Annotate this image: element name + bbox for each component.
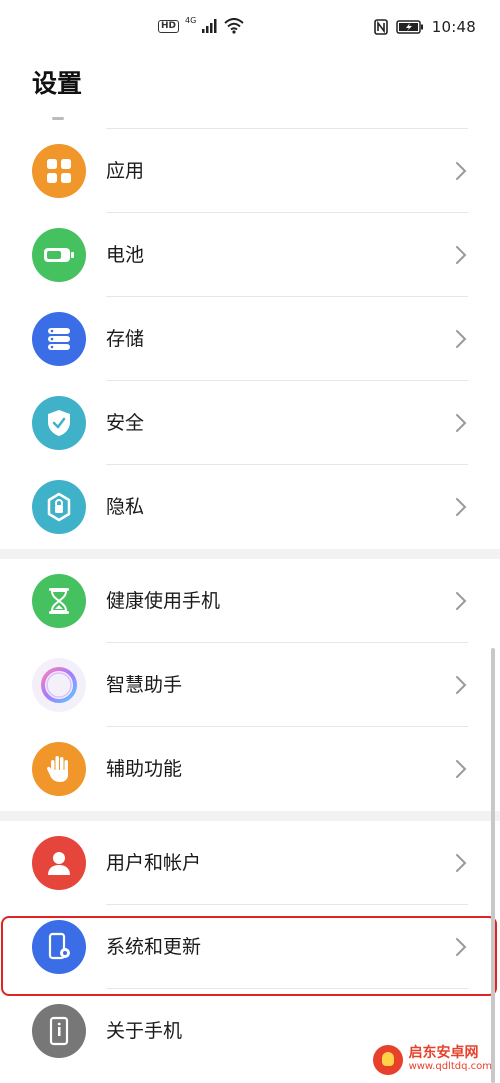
shield-icon bbox=[32, 396, 86, 450]
battery-charging-icon bbox=[396, 20, 423, 34]
scrollbar[interactable] bbox=[491, 648, 495, 1083]
phone-info-icon bbox=[32, 1004, 86, 1058]
chevron-right-icon bbox=[456, 414, 467, 432]
user-icon bbox=[32, 836, 86, 890]
privacy-lock-icon bbox=[32, 480, 86, 534]
settings-list: 应用 电池 存储 安全 隐私 健康使用手机 智慧助手 辅助功能 用户和帐户 系统… bbox=[0, 128, 500, 1073]
hand-icon bbox=[32, 742, 86, 796]
settings-section-3: 用户和帐户 系统和更新 关于手机 bbox=[0, 821, 500, 1073]
signal-icon bbox=[202, 19, 217, 33]
section-gap bbox=[0, 549, 500, 559]
system-update-icon bbox=[32, 920, 86, 974]
watermark-logo-icon bbox=[372, 1045, 403, 1075]
chevron-right-icon bbox=[456, 676, 467, 694]
hd-badge: HD bbox=[158, 19, 180, 33]
status-left: HD 4G bbox=[158, 15, 244, 34]
settings-item-storage[interactable]: 存储 bbox=[0, 297, 500, 381]
status-right: 10:48 bbox=[373, 18, 476, 36]
settings-item-users-accounts[interactable]: 用户和帐户 bbox=[0, 821, 500, 905]
settings-item-security[interactable]: 安全 bbox=[0, 381, 500, 465]
storage-icon bbox=[32, 312, 86, 366]
settings-item-privacy[interactable]: 隐私 bbox=[0, 465, 500, 549]
settings-section-2: 健康使用手机 智慧助手 辅助功能 bbox=[0, 559, 500, 811]
settings-item-label: 智慧助手 bbox=[106, 674, 183, 696]
settings-item-smart-assistant[interactable]: 智慧助手 bbox=[0, 643, 500, 727]
chevron-right-icon bbox=[456, 162, 467, 180]
settings-item-label: 电池 bbox=[106, 244, 145, 266]
chevron-right-icon bbox=[456, 854, 467, 872]
settings-item-apps[interactable]: 应用 bbox=[0, 129, 500, 213]
network-type: 4G bbox=[185, 15, 197, 25]
wifi-icon bbox=[224, 18, 244, 34]
settings-item-label: 安全 bbox=[106, 412, 145, 434]
chevron-right-icon bbox=[456, 592, 467, 610]
settings-section-1: 应用 电池 存储 安全 隐私 bbox=[0, 129, 500, 549]
watermark: 启东安卓网 www.qdltdq.com bbox=[372, 1045, 492, 1075]
settings-item-label: 应用 bbox=[106, 160, 145, 182]
status-time: 10:48 bbox=[431, 18, 476, 36]
assistant-ring-icon bbox=[32, 658, 86, 712]
settings-item-battery[interactable]: 电池 bbox=[0, 213, 500, 297]
section-gap bbox=[0, 811, 500, 821]
chevron-right-icon bbox=[456, 330, 467, 348]
battery-icon bbox=[32, 228, 86, 282]
settings-item-system-update[interactable]: 系统和更新 bbox=[0, 905, 500, 989]
settings-item-label: 健康使用手机 bbox=[106, 590, 221, 612]
scroll-peek-indicator bbox=[52, 117, 64, 120]
settings-item-label: 关于手机 bbox=[106, 1020, 183, 1042]
settings-item-accessibility[interactable]: 辅助功能 bbox=[0, 727, 500, 811]
watermark-name: 启东安卓网 bbox=[408, 1045, 479, 1061]
settings-item-label: 隐私 bbox=[106, 496, 145, 518]
watermark-url: www.qdltdq.com bbox=[408, 1061, 492, 1072]
page-title: 设置 bbox=[32, 69, 83, 98]
settings-item-label: 存储 bbox=[106, 328, 145, 350]
chevron-right-icon bbox=[456, 760, 467, 778]
status-bar: HD 4G 10:48 bbox=[0, 0, 500, 56]
nfc-icon bbox=[373, 19, 388, 35]
settings-item-label: 系统和更新 bbox=[106, 936, 202, 958]
settings-item-digital-balance[interactable]: 健康使用手机 bbox=[0, 559, 500, 643]
settings-item-label: 用户和帐户 bbox=[106, 852, 202, 874]
chevron-right-icon bbox=[456, 246, 467, 264]
hourglass-icon bbox=[32, 574, 86, 628]
apps-icon bbox=[32, 144, 86, 198]
watermark-text: 启东安卓网 www.qdltdq.com bbox=[409, 1046, 492, 1074]
chevron-right-icon bbox=[456, 498, 467, 516]
settings-item-label: 辅助功能 bbox=[106, 758, 183, 780]
chevron-right-icon bbox=[456, 938, 467, 956]
